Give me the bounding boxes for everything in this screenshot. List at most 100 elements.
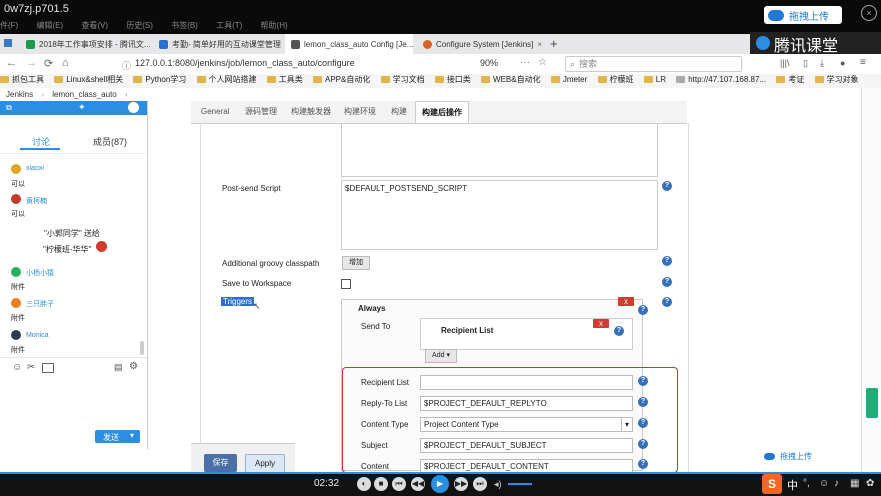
home-icon[interactable]: ⌂ — [62, 57, 69, 69]
menu-edit[interactable]: 编辑(E) — [36, 21, 63, 30]
add-classpath-button[interactable]: 增加 — [342, 256, 370, 270]
save-button[interactable]: 保存 — [204, 454, 237, 472]
tab-1[interactable]: 2018年工作事项安排 - 腾讯文...× — [20, 34, 150, 54]
save-workspace-checkbox[interactable] — [341, 279, 351, 289]
toolbox-icon[interactable]: ✿ — [866, 478, 874, 489]
forward-icon[interactable]: → — [26, 57, 37, 69]
tab-members[interactable]: 成员(87) — [93, 135, 127, 148]
volume-slider[interactable] — [508, 483, 532, 485]
avatar[interactable] — [11, 164, 21, 174]
upload-button-bottom[interactable]: 拖拽上传 — [760, 450, 820, 463]
menu-view[interactable]: 查看(V) — [81, 21, 108, 30]
message-sender[interactable]: xiaoxi — [26, 165, 44, 172]
download-icon[interactable]: ⤓ — [820, 58, 824, 69]
breadcrumb-job[interactable]: lemon_class_auto — [52, 90, 116, 99]
message-text[interactable]: 附件 — [11, 313, 25, 323]
previous-icon[interactable]: ⏮ — [392, 477, 406, 491]
message-text[interactable]: 附件 — [11, 345, 25, 355]
add-send-to-button[interactable]: Add ▾ — [425, 349, 457, 363]
next-icon[interactable]: ⏭ — [473, 477, 487, 491]
zoom-level[interactable]: 90% — [480, 58, 498, 68]
bookmark-item[interactable]: 柠檬班 — [597, 74, 634, 85]
bookmark-item[interactable]: LR — [643, 75, 666, 84]
url-input[interactable]: 127.0.0.1:8080/jenkins/job/lemon_class_a… — [135, 56, 515, 71]
menu-file[interactable]: 件(F) — [0, 21, 18, 30]
gear-icon[interactable]: ⚙ — [129, 361, 138, 372]
menu-help[interactable]: 帮助(H) — [261, 21, 288, 30]
bookmark-item[interactable]: 考证 — [776, 74, 804, 85]
tab-general[interactable]: General — [201, 101, 229, 123]
stop-icon[interactable]: ■ — [374, 477, 388, 491]
bookmark-item[interactable]: Python学习 — [133, 74, 186, 85]
breadcrumb-jenkins[interactable]: Jenkins — [6, 90, 33, 99]
avatar[interactable] — [11, 194, 21, 204]
tab-scm[interactable]: 源码管理 — [245, 101, 277, 123]
play-icon[interactable]: ▶ — [431, 475, 449, 493]
more-icon[interactable]: ··· — [520, 57, 530, 68]
help-icon[interactable]: ? — [638, 459, 648, 469]
back-icon[interactable]: ← — [6, 57, 17, 69]
search-input[interactable]: ⌕ 搜索 — [565, 56, 742, 72]
ime-language[interactable]: 中 — [787, 477, 798, 493]
avatar[interactable] — [11, 298, 21, 308]
tab-list-icon[interactable] — [4, 39, 12, 47]
menu-history[interactable]: 历史(S) — [126, 21, 153, 30]
tab-triggers[interactable]: 构建触发器 — [291, 101, 331, 123]
bookmark-item[interactable]: 学习文档 — [380, 74, 425, 85]
keyboard-icon[interactable]: ▦ — [850, 478, 859, 489]
subject-input[interactable]: $PROJECT_DEFAULT_SUBJECT — [420, 438, 633, 453]
send-button[interactable]: 发送 ▾ — [95, 430, 140, 443]
chevron-down-icon[interactable]: ▾ — [130, 431, 134, 440]
tab-discuss[interactable]: 讨论 — [32, 135, 50, 148]
menu-tools[interactable]: 工具(T) — [216, 21, 242, 30]
tab-post-build[interactable]: 构建后操作 — [415, 101, 469, 124]
punctuation-icon[interactable]: °, — [803, 478, 810, 489]
content-type-select[interactable]: Project Content Type ▾ — [420, 417, 633, 432]
record-icon[interactable]: ▤ — [114, 362, 123, 373]
help-icon[interactable]: ? — [638, 397, 648, 407]
playlist-icon[interactable]: ◐ — [357, 477, 371, 491]
tab-4[interactable]: Configure System [Jenkins] × — [417, 34, 545, 54]
pin-icon[interactable]: ✦ — [78, 102, 86, 113]
help-icon[interactable]: ? — [638, 439, 648, 449]
minimize-icon[interactable] — [128, 102, 139, 113]
close-icon[interactable]: × — [861, 5, 877, 21]
avatar[interactable] — [11, 267, 21, 277]
bookmark-item[interactable]: WEB&自动化 — [481, 74, 541, 85]
account-icon[interactable]: ● — [840, 58, 845, 68]
help-icon[interactable]: ? — [638, 376, 648, 386]
close-tab-icon[interactable]: × — [537, 40, 542, 49]
avatar[interactable] — [11, 330, 21, 340]
help-icon[interactable]: ? — [638, 305, 648, 315]
side-widget[interactable] — [866, 388, 878, 418]
help-icon[interactable]: ? — [662, 256, 672, 266]
message-text[interactable]: 附件 — [11, 282, 25, 292]
bookmark-item[interactable]: http://47.107.168.87... — [676, 75, 766, 84]
bookmark-item[interactable]: Jmeter — [550, 75, 587, 84]
upload-button[interactable]: 拖拽上传 — [764, 6, 842, 24]
emoji-icon[interactable]: ☺ — [12, 362, 22, 373]
help-icon[interactable]: ? — [638, 418, 648, 428]
emoji-icon[interactable]: ☺ — [819, 478, 829, 489]
popout-icon[interactable]: ⧉ — [6, 103, 12, 113]
post-send-script-textarea[interactable]: $DEFAULT_POSTSEND_SCRIPT — [341, 180, 658, 250]
menu-bookmarks[interactable]: 书签(B) — [171, 21, 198, 30]
bookmark-item[interactable]: 个人网站搭建 — [196, 74, 257, 85]
message-sender[interactable]: Monica — [26, 332, 49, 339]
info-icon[interactable]: ⓘ — [122, 59, 131, 72]
library-icon[interactable]: |||\ — [780, 58, 790, 68]
reply-to-input[interactable]: $PROJECT_DEFAULT_REPLYTO — [420, 396, 633, 411]
sidebar-icon[interactable]: ▯ — [803, 58, 808, 69]
bookmark-item[interactable]: 接口类 — [434, 74, 471, 85]
volume-icon[interactable]: ◂) — [494, 479, 502, 490]
reload-icon[interactable]: ⟳ — [44, 57, 53, 70]
tab-2[interactable]: 考勤- 简单好用的互动课堂管理× — [153, 34, 283, 54]
image-icon[interactable] — [42, 363, 54, 373]
bookmark-item[interactable]: 工具类 — [266, 74, 303, 85]
help-icon[interactable]: ? — [614, 326, 624, 336]
tab-build[interactable]: 构建 — [391, 101, 407, 123]
message-sender[interactable]: 黄柯楠 — [26, 196, 47, 206]
pre-send-script-textarea[interactable] — [341, 123, 658, 177]
help-icon[interactable]: ? — [662, 181, 672, 191]
forward-icon[interactable]: ▶▶ — [454, 477, 468, 491]
